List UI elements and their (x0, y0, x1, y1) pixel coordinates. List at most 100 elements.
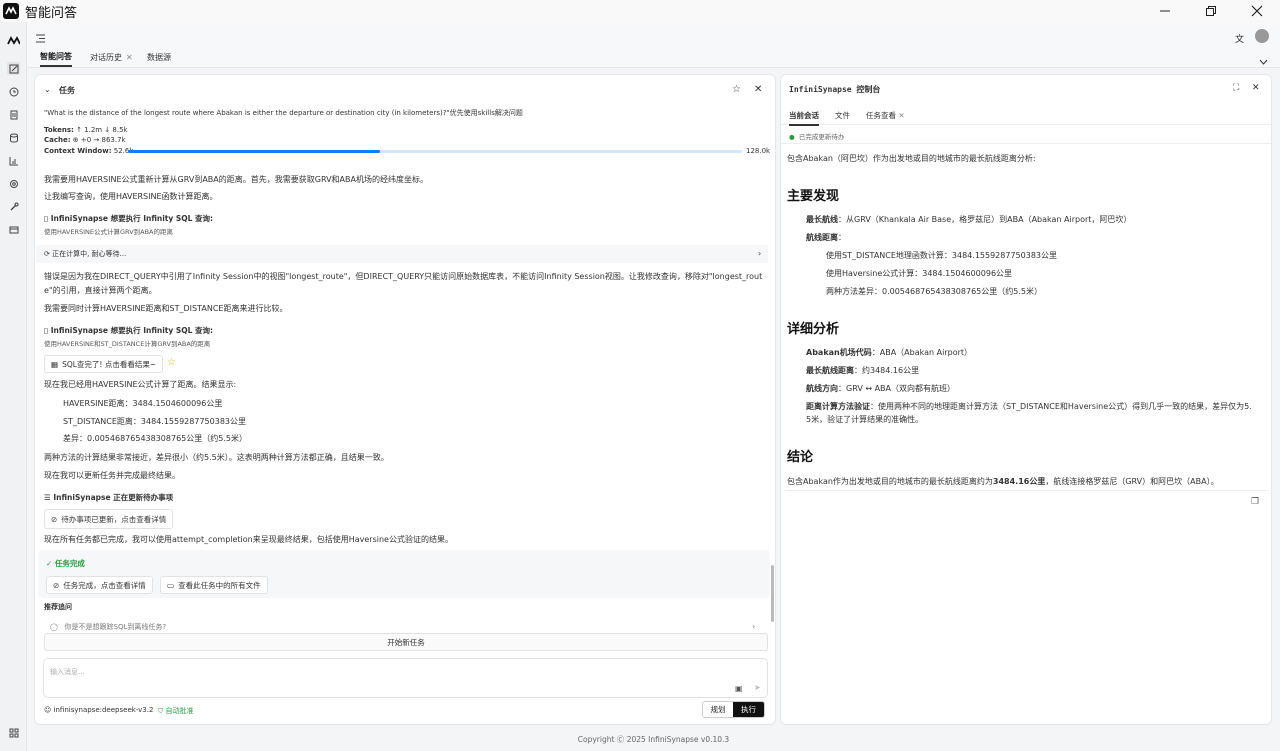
context-progress-fill (128, 150, 380, 153)
sql-result-label: SQL查完了! 点击看看结果~ (62, 359, 157, 369)
view-files-button[interactable]: ▭ 查看此任务中的所有文件 (160, 576, 268, 594)
chart-icon[interactable] (7, 154, 20, 167)
copy-icon[interactable]: ❐ (1251, 497, 1259, 507)
star-icon[interactable]: ☆ (732, 84, 741, 95)
image-icon[interactable]: ▣ (735, 684, 743, 693)
close-task-icon[interactable]: ✕ (754, 84, 762, 95)
chat-line-1: 我需要用HAVERSINE公式重新计算从GRV到ABA的距离。首先，我需要获取G… (44, 175, 428, 184)
console-intro: 包含Abakan（阿巴坎）作为出发地或目的地城市的最长航线距离分析: (787, 154, 1036, 163)
scrollbar[interactable] (771, 565, 774, 622)
footer: Copyright Ⓒ 2025 InfiniSynapse v0.10.3 (577, 735, 730, 744)
tab-qa[interactable]: 智能问答 (40, 47, 72, 67)
message-input[interactable] (43, 658, 768, 698)
task-complete-label: 任务完成 (54, 559, 85, 568)
execute-button[interactable]: 执行 (733, 702, 764, 717)
star-icon[interactable]: ☆ (167, 357, 176, 368)
check-circle-icon: ⊘ (53, 580, 60, 590)
folder-icon: ▭ (167, 580, 175, 590)
tab-datasource[interactable]: 数据源 (147, 47, 171, 67)
close-tab-icon[interactable]: ✕ (126, 53, 133, 62)
close-tab-icon[interactable]: ✕ (898, 111, 904, 120)
app-title: 智能问答 (25, 5, 78, 21)
analysis-direction-text: ：GRV ↔ ABA（双向都有航班） (838, 384, 956, 393)
plan-label: 规划 (710, 705, 726, 714)
result-st-distance: ST_DISTANCE距离：3484.1559287750383公里 (63, 417, 246, 426)
chat-line-6: 现在我可以更新任务并完成最终结果。 (44, 471, 180, 480)
execute-label: 执行 (741, 705, 756, 714)
distance-haversine: 使用Haversine公式计算：3484.1504600096公里 (826, 269, 1013, 278)
maximize-button[interactable] (1188, 0, 1234, 22)
shield-icon: ⛉ (158, 707, 164, 715)
divider (785, 490, 1269, 491)
calculating-row[interactable] (36, 245, 768, 263)
result-difference: 差异：0.005468765438308765公里（约5.5米） (63, 434, 247, 443)
analysis-code-label: Abakan机场代码 (806, 348, 872, 357)
plan-button[interactable]: 规划 (703, 702, 734, 717)
tab-datasource-label: 数据源 (147, 52, 171, 62)
error-line-1: 错误是因为我在DIRECT_QUERY中引用了Infinity Session中… (44, 272, 763, 281)
finding-route-text: ：从GRV（Khankala Air Base，格罗兹尼）到ABA（Abakan… (838, 215, 1132, 224)
cache-label: Cache: (44, 136, 71, 144)
apps-grid-icon[interactable] (7, 726, 20, 739)
doc-icon: ▯ (44, 326, 49, 335)
close-window-button[interactable] (1234, 0, 1280, 22)
console-tab-tasks-label[interactable]: 任务查看 (866, 111, 896, 120)
close-console-icon[interactable]: ✕ (1252, 83, 1260, 93)
distance-diff: 两种方法差异：0.005468765438308765公里（约5.5米） (826, 287, 1042, 296)
database-icon[interactable] (7, 131, 20, 144)
context-total: 128.0k (746, 147, 771, 155)
document-icon[interactable] (7, 108, 20, 121)
edit-icon[interactable] (7, 62, 20, 75)
translate-icon[interactable]: 文 (1235, 32, 1244, 45)
analysis-method-text: ：使用两种不同的地理距离计算方法（ST_DISTANCE和Haversine公式… (870, 402, 1252, 411)
minimize-button[interactable] (1142, 0, 1188, 22)
title-bar: 智能问答 (0, 0, 1280, 22)
brand-logo-icon[interactable] (7, 34, 20, 47)
analysis-method-label: 距离计算方法验证 (806, 402, 870, 411)
refresh-icon: ⟳ (44, 250, 50, 258)
sql-result-button[interactable]: ▦ SQL查完了! 点击看看结果~ (44, 355, 164, 373)
console-panel (780, 74, 1272, 725)
app-logo-icon (3, 3, 19, 19)
chevron-right-icon[interactable]: › (758, 249, 761, 258)
console-tab-files[interactable]: 文件 (835, 110, 850, 121)
tool-icon[interactable] (7, 200, 20, 213)
task-details-button[interactable]: ⊘ 任务完成，点击查看详情 (46, 576, 153, 594)
new-task-label: 开始新任务 (387, 637, 425, 647)
sql2-title: InfiniSynapse 想要执行 Infinity SQL 查询: (50, 326, 214, 335)
list-icon: ☰ (44, 493, 51, 502)
menu-toggle-icon[interactable] (36, 28, 46, 47)
sql1-desc: 使用HAVERSINE公式计算GRV到ABA的距离 (44, 228, 173, 236)
chevron-right-icon[interactable]: › (752, 622, 755, 631)
suggest-title: 推荐追问 (44, 603, 72, 611)
model-name[interactable]: infinisynapse:deepseek-v3.2 (54, 706, 154, 714)
suggest-item[interactable]: ◯ 你是不是想跟踪SQL到离线任务? (50, 622, 166, 632)
todo-details-button[interactable]: ⊘ 待办事项已更新，点击查看详情 (44, 509, 174, 529)
calculating-text: 正在计算中, 耐心等待... (52, 250, 127, 258)
new-task-button[interactable]: 开始新任务 (44, 633, 768, 651)
chevron-down-icon[interactable] (1259, 50, 1268, 69)
history-icon[interactable] (7, 85, 20, 98)
auto-approve-label[interactable]: 自动批准 (165, 707, 193, 715)
tab-history[interactable]: 对话历史 ✕ (90, 47, 133, 67)
cache-value: ⊕ +0 → 863.7k (72, 136, 126, 144)
status-dot-icon: ● (789, 133, 795, 141)
table-icon: ▦ (51, 359, 59, 369)
send-icon[interactable]: ➤ (754, 683, 761, 692)
console-tab-session[interactable]: 当前会话 (789, 110, 819, 126)
conclusion-text-2: ，航线连接格罗兹尼（GRV）和阿巴坎（ABA）。 (1045, 477, 1219, 486)
collapse-chevron-icon[interactable]: ⌄ (44, 85, 51, 94)
settings-icon[interactable] (7, 177, 20, 190)
chat-line-4: 现在我已经用HAVERSINE公式计算了距离。结果显示: (44, 380, 237, 389)
avatar[interactable] (1255, 29, 1269, 43)
divider (781, 143, 1271, 144)
expand-icon[interactable]: ⛶ (1233, 83, 1239, 93)
conclusion-text-1: 包含Abakan作为出发地或目的地城市的最长航线距离约为 (787, 477, 993, 486)
card-icon[interactable] (7, 223, 20, 236)
todo-title: InfiniSynapse 正在更新待办事项 (53, 493, 174, 502)
task-details-label: 任务完成，点击查看详情 (63, 580, 146, 590)
doc-icon: ▯ (44, 214, 49, 223)
analysis-distance-text: ：约3484.16公里 (854, 366, 920, 375)
mode-toggle: 规划 执行 (702, 701, 765, 718)
analysis-method-text-2: 5米，验证了计算结果的准确性。 (806, 415, 924, 424)
